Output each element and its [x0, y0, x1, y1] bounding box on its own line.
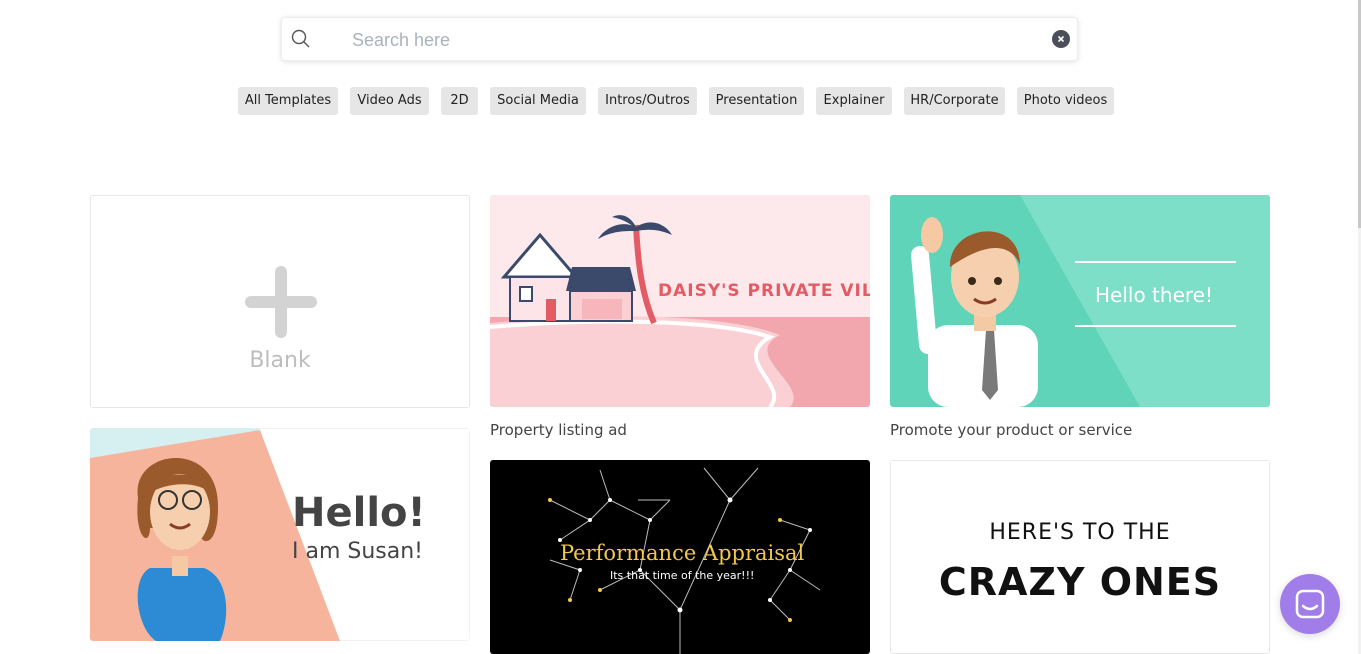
template-card-crazy[interactable]: HERE'S TO THE CRAZY ONES [890, 460, 1270, 654]
property-caption: Property listing ad [490, 421, 627, 439]
filter-2d[interactable]: 2D [441, 87, 478, 115]
crazy-thumbnail: HERE'S TO THE CRAZY ONES [890, 460, 1270, 654]
chat-button[interactable] [1280, 574, 1340, 634]
promote-caption: Promote your product or service [890, 421, 1133, 439]
search-icon [291, 29, 310, 48]
filter-photo-videos[interactable]: Photo videos [1017, 87, 1114, 115]
chat-icon [1295, 589, 1325, 619]
promote-thumbnail: Hello there! [890, 195, 1270, 407]
clear-icon[interactable] [1052, 30, 1070, 48]
template-card-susan[interactable]: Hello! I am Susan! [90, 428, 470, 641]
template-card-promote[interactable]: Hello there! Promote your product or ser… [890, 195, 1270, 445]
appraisal-thumbnail: Performance Appraisal Its that time of t… [490, 460, 870, 654]
search-bar [281, 17, 1078, 62]
plus-icon [245, 266, 317, 338]
susan-subtitle: I am Susan! [292, 539, 423, 564]
blank-template-card[interactable]: Blank [90, 195, 470, 408]
filter-intros-outros[interactable]: Intros/Outros [598, 87, 697, 115]
filter-explainer[interactable]: Explainer [816, 87, 892, 115]
template-card-property[interactable]: DAISY'S PRIVATE VILLA Property listing a… [490, 195, 870, 445]
search-input[interactable] [350, 18, 1034, 62]
appraisal-subtitle: Its that time of the year!!! [610, 569, 754, 582]
property-title: DAISY'S PRIVATE VILLA [658, 281, 870, 301]
crazy-line2: CRAZY ONES [939, 560, 1221, 604]
promote-title: Hello there! [1095, 283, 1213, 307]
filter-social-media[interactable]: Social Media [490, 87, 586, 115]
filter-presentation[interactable]: Presentation [709, 87, 804, 115]
category-filters: All Templates Video Ads 2D Social Media … [0, 87, 1361, 115]
susan-title: Hello! [292, 490, 426, 536]
crazy-line1: HERE'S TO THE [989, 520, 1170, 545]
susan-thumbnail: Hello! I am Susan! [90, 428, 470, 641]
property-thumbnail: DAISY'S PRIVATE VILLA [490, 195, 870, 407]
filter-hr-corporate[interactable]: HR/Corporate [904, 87, 1005, 115]
filter-all-templates[interactable]: All Templates [238, 87, 338, 115]
appraisal-title: Performance Appraisal [560, 541, 805, 565]
blank-label: Blank [249, 348, 311, 373]
template-card-appraisal[interactable]: Performance Appraisal Its that time of t… [490, 460, 870, 654]
filter-video-ads[interactable]: Video Ads [350, 87, 429, 115]
